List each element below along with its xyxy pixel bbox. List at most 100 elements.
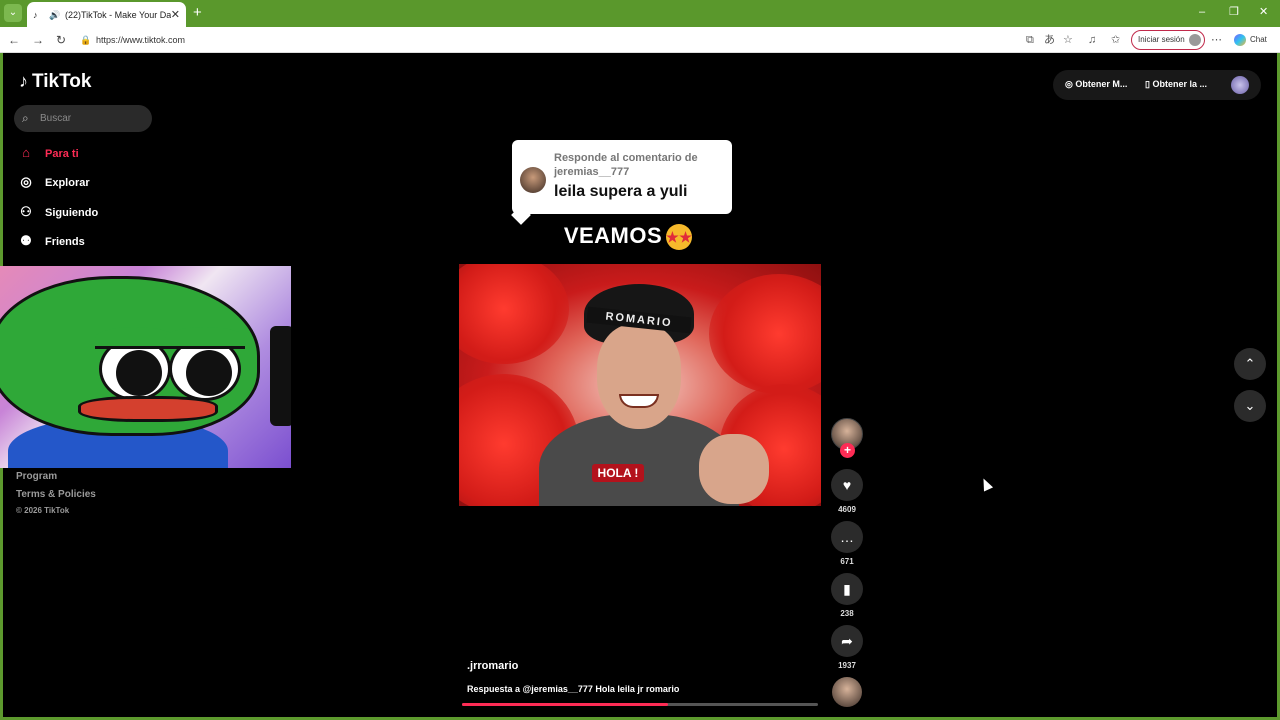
tiktok-favicon-icon: ♪ xyxy=(33,9,38,20)
sidebar-item-label: Siguiendo xyxy=(45,207,99,219)
follow-plus-icon[interactable]: + xyxy=(840,443,855,458)
close-window-icon[interactable]: ✕ xyxy=(1259,6,1268,18)
video-player[interactable]: ROMARIO HOLA ! xyxy=(459,264,821,506)
audio-playing-icon[interactable]: 🔊 xyxy=(49,10,60,20)
reply-comment-text: leila supera a yuli xyxy=(554,183,688,200)
user-avatar[interactable] xyxy=(1231,76,1249,94)
reply-comment-bubble: Responde al comentario de jeremias__777 … xyxy=(511,140,732,225)
open-app-icon[interactable]: ⧉ xyxy=(1026,33,1034,47)
reply-label: Responde al comentario de jeremias__777 xyxy=(554,152,698,178)
video-overlay-caption: VEAMOS ★★ xyxy=(512,223,744,251)
address-toolbar: ← → ↻ 🔒 https://www.tiktok.com ⧉ あ ☆ ♫ ✩… xyxy=(0,27,1280,53)
tiktok-page: ♪ TikTok ⌕ Buscar ⌂ Para ti ◎ Explorar ⚇ Sig… xyxy=(0,53,1277,717)
frog-lips xyxy=(78,396,218,422)
mouse-cursor-icon xyxy=(978,476,994,492)
frog-eyelid xyxy=(165,327,245,349)
person-hand xyxy=(699,434,769,504)
sidebar-item-siguiendo[interactable]: ⚇ Siguiendo xyxy=(17,202,98,222)
friends-icon: ⚉ xyxy=(20,233,32,248)
frog-eyelid xyxy=(95,327,175,349)
next-video-button[interactable]: ⌄ xyxy=(1234,390,1266,422)
bubble-tail xyxy=(511,205,531,225)
tab-actions-menu[interactable]: ⌄ xyxy=(4,4,22,22)
compass-icon: ◎ xyxy=(20,174,32,189)
flower-blob xyxy=(459,264,569,364)
top-actions-pill: ◎ Obtener M... ▯ Obtener la ... xyxy=(1053,70,1261,100)
chevron-up-icon: ⌃ xyxy=(1244,356,1256,371)
video-author[interactable]: .jrromario xyxy=(467,660,518,672)
profile-avatar-icon xyxy=(1189,34,1201,46)
video-progress-bar[interactable] xyxy=(462,703,818,706)
tab-title: (22)TikTok - Make Your Day xyxy=(65,9,171,20)
refresh-icon[interactable]: ↻ xyxy=(56,33,66,47)
new-tab-button[interactable]: + xyxy=(193,5,202,21)
logo-text: TikTok xyxy=(32,71,92,92)
bookmark-icon[interactable]: ▮ xyxy=(831,573,863,605)
favorites-icon[interactable]: ✩ xyxy=(1111,33,1120,47)
address-field[interactable]: 🔒 https://www.tiktok.com xyxy=(80,32,440,48)
save-count: 238 xyxy=(840,609,854,618)
hola-banner: HOLA ! xyxy=(592,464,644,482)
footer-copyright: © 2026 TikTok xyxy=(16,506,70,515)
chevron-down-icon: ⌄ xyxy=(1244,398,1256,413)
search-placeholder: Buscar xyxy=(40,113,72,124)
webcam-overlay xyxy=(0,266,291,468)
video-caption[interactable]: Respuesta a @jeremias__777 Hola leila jr… xyxy=(467,684,679,694)
tiktok-note-icon: ♪ xyxy=(19,71,28,91)
sidebar-item-label: Friends xyxy=(45,236,85,248)
favorite-star-icon[interactable]: ☆ xyxy=(1063,33,1073,47)
extensions-icon[interactable]: ♫ xyxy=(1088,33,1096,47)
share-arrow-icon[interactable]: ➦ xyxy=(831,625,863,657)
overlay-text: VEAMOS xyxy=(563,223,663,248)
flower-blob xyxy=(709,274,821,394)
frog-pupil xyxy=(186,350,232,396)
forward-icon[interactable]: → xyxy=(32,33,44,47)
get-app-button[interactable]: ▯ Obtener la ... xyxy=(1145,79,1207,90)
microphone-image xyxy=(270,326,291,426)
sidebar-item-label: Para ti xyxy=(45,148,79,160)
browser-titlebar: ⌄ ♪ 🔊 (22)TikTok - Make Your Day ✕ + – ❐… xyxy=(0,0,1280,27)
footer-terms-link[interactable]: Terms & Policies xyxy=(16,489,96,500)
get-coins-button[interactable]: ◎ Obtener M... xyxy=(1065,79,1127,90)
video-progress-fill xyxy=(462,703,669,706)
frog-head xyxy=(0,276,260,436)
frog-pupil xyxy=(116,350,162,396)
home-icon: ⌂ xyxy=(22,145,30,160)
like-heart-icon[interactable]: ♥ xyxy=(831,469,863,501)
url-text: https://www.tiktok.com xyxy=(96,35,186,45)
sidebar-item-label: Explorar xyxy=(45,177,90,189)
star-eyes-emoji-icon: ★★ xyxy=(666,224,693,251)
sign-in-button[interactable]: Iniciar sesión xyxy=(1131,30,1205,50)
tiktok-logo[interactable]: ♪ TikTok xyxy=(19,71,91,93)
following-icon: ⚇ xyxy=(20,204,32,219)
comment-icon[interactable]: … xyxy=(831,521,863,553)
get-coins-label: Obtener M... xyxy=(1075,79,1128,89)
sign-in-label: Iniciar sesión xyxy=(1138,35,1185,44)
sidebar-item-friends[interactable]: ⚉ Friends xyxy=(17,231,85,251)
more-options-icon[interactable]: ⋯ xyxy=(1211,33,1222,47)
sidebar-item-para-ti[interactable]: ⌂ Para ti xyxy=(17,143,79,163)
person-smile xyxy=(619,394,659,408)
close-tab-icon[interactable]: ✕ xyxy=(171,8,180,21)
browser-tab[interactable]: ♪ 🔊 (22)TikTok - Make Your Day ✕ xyxy=(27,2,186,27)
back-icon[interactable]: ← xyxy=(8,33,20,47)
previous-video-button[interactable]: ⌃ xyxy=(1234,348,1266,380)
sidebar-item-explorar[interactable]: ◎ Explorar xyxy=(17,172,90,192)
person-face xyxy=(597,324,681,429)
copilot-chat-button[interactable]: Chat xyxy=(1234,34,1267,46)
get-app-label: Obtener la ... xyxy=(1152,79,1207,89)
restore-icon[interactable]: ❐ xyxy=(1229,6,1239,18)
search-input[interactable]: ⌕ Buscar xyxy=(14,105,152,132)
copilot-icon xyxy=(1234,34,1246,46)
minimize-icon[interactable]: – xyxy=(1199,6,1205,18)
footer-program-link[interactable]: Program xyxy=(16,471,57,482)
translate-icon[interactable]: あ xyxy=(1044,33,1055,47)
chat-label: Chat xyxy=(1250,35,1267,45)
comment-count: 671 xyxy=(840,557,854,566)
search-icon: ⌕ xyxy=(22,111,29,125)
like-count: 4609 xyxy=(838,505,856,514)
lock-icon[interactable]: 🔒 xyxy=(80,32,91,48)
music-disc-avatar[interactable] xyxy=(832,677,862,707)
share-count: 1937 xyxy=(838,661,856,670)
commenter-avatar xyxy=(520,167,546,193)
